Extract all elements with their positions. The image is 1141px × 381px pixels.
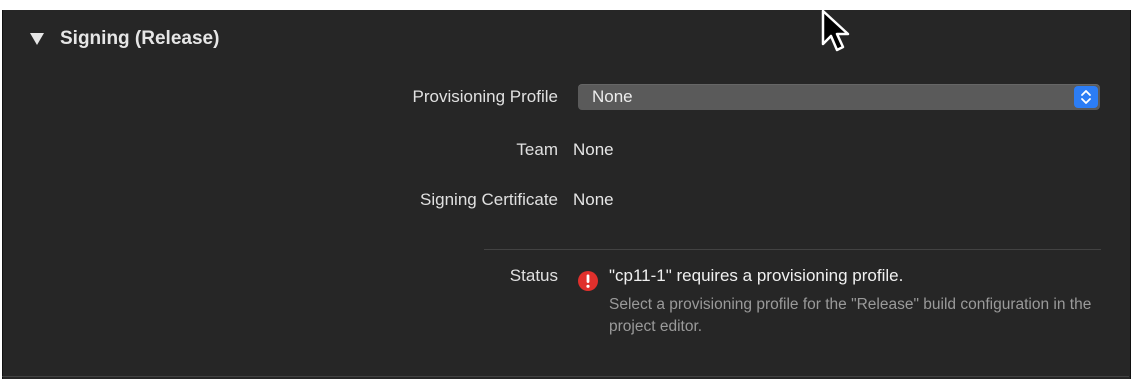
signing-certificate-value: None bbox=[573, 190, 614, 209]
signing-settings-panel: Signing (Release) Provisioning Profile N… bbox=[0, 0, 1141, 381]
team-value: None bbox=[573, 140, 614, 159]
section-title: Signing (Release) bbox=[60, 28, 220, 49]
status-message: "cp11-1" requires a provisioning profile… bbox=[609, 266, 904, 285]
signing-certificate-label: Signing Certificate bbox=[420, 190, 558, 209]
mouse-pointer-icon bbox=[818, 8, 858, 56]
team-label: Team bbox=[516, 140, 558, 159]
status-detail: Select a provisioning profile for the "R… bbox=[609, 296, 1092, 335]
popup-chevron-updown-icon[interactable] bbox=[1074, 86, 1098, 108]
provisioning-profile-label: Provisioning Profile bbox=[412, 87, 558, 106]
status-divider bbox=[484, 249, 1101, 250]
status-label: Status bbox=[509, 266, 558, 285]
section-bottom-divider bbox=[2, 376, 1129, 377]
error-icon bbox=[577, 270, 599, 292]
section-header[interactable]: Signing (Release) bbox=[30, 28, 219, 50]
provisioning-profile-value: None bbox=[592, 87, 633, 106]
disclosure-triangle-icon[interactable] bbox=[30, 33, 44, 45]
provisioning-profile-popup[interactable]: None bbox=[578, 84, 1100, 110]
